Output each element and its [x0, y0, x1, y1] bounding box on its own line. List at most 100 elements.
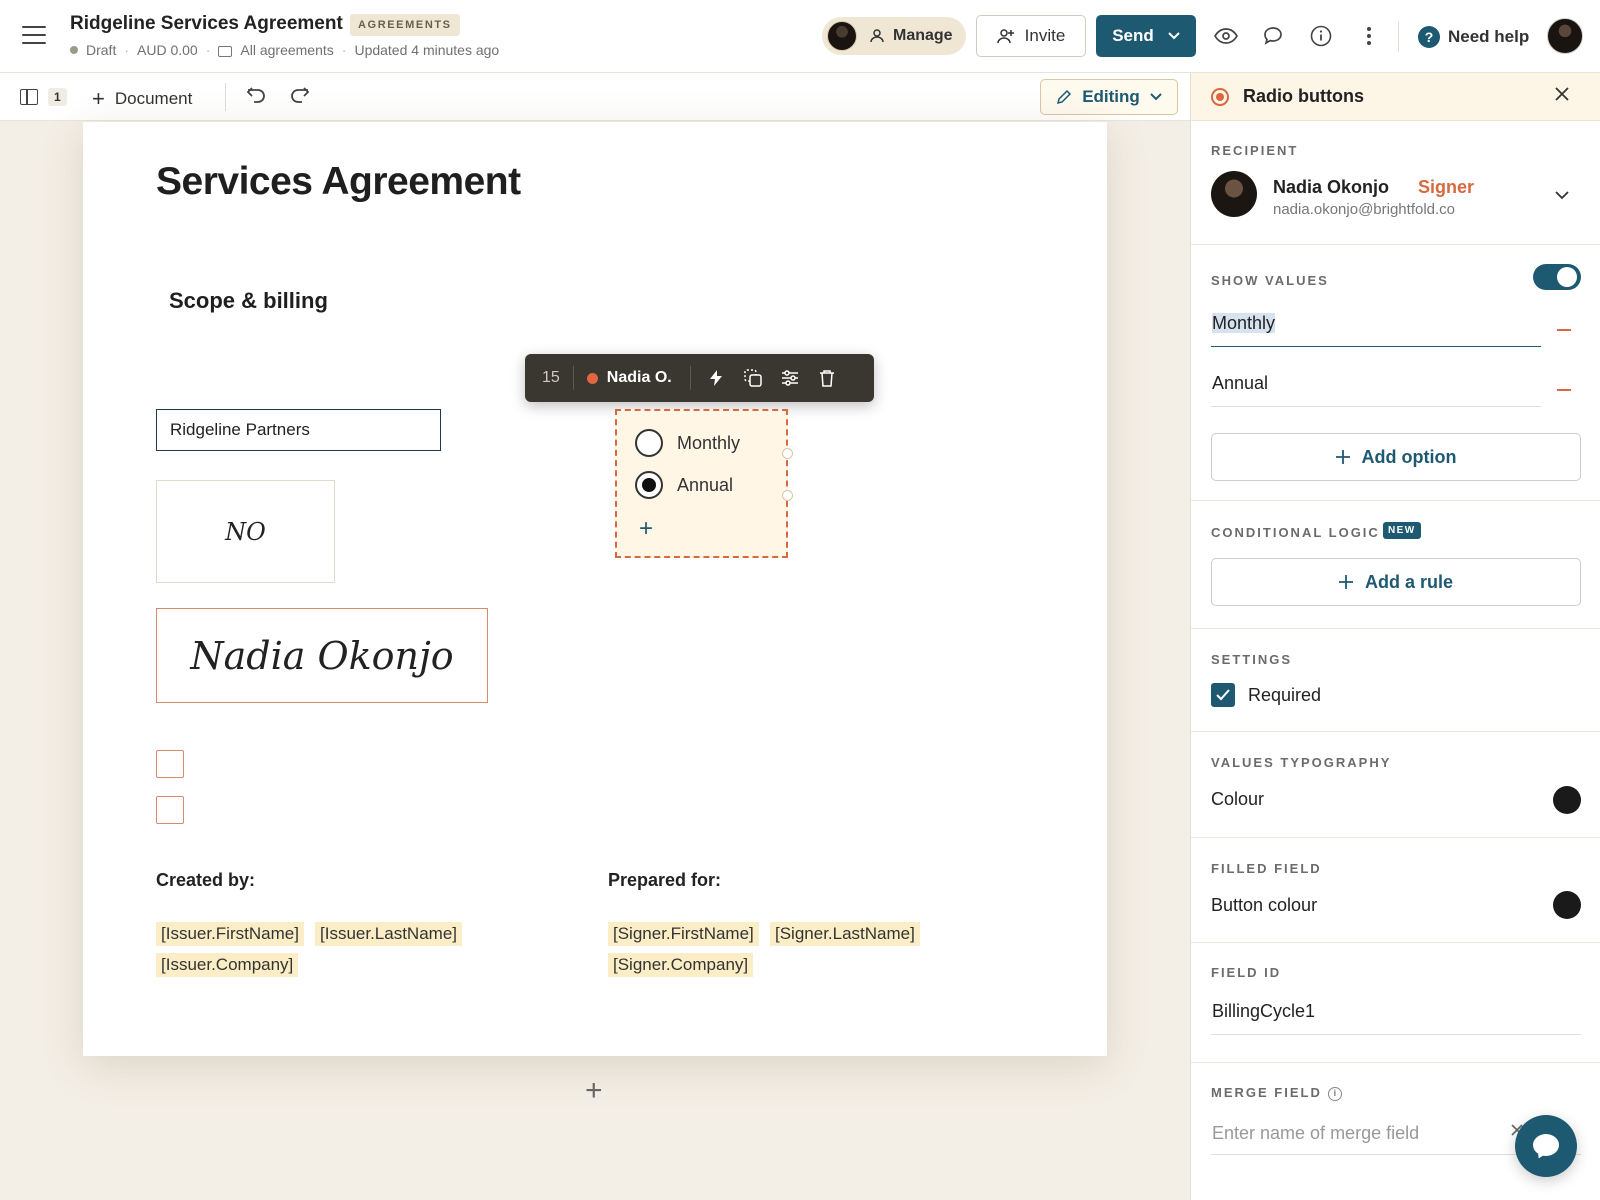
editor-toolbar: 1 + Document Editing [0, 73, 1190, 121]
folder-link[interactable]: All agreements [240, 42, 333, 58]
show-values-section: SHOW VALUES Monthly Annual Add option [1191, 245, 1600, 501]
plus-icon [1335, 450, 1350, 464]
eye-icon[interactable] [1213, 24, 1239, 48]
merge-tag[interactable]: [Signer.FirstName] [608, 922, 759, 946]
section-heading[interactable]: Scope & billing [169, 288, 328, 314]
radio-option-label: Monthly [677, 432, 741, 453]
radio-option-label: Annual [677, 474, 734, 495]
merge-tag[interactable]: [Issuer.Company] [156, 953, 299, 977]
panel-title: Radio buttons [1243, 86, 1364, 106]
amount-text: AUD 0.00 [137, 42, 198, 58]
info-icon[interactable] [1308, 24, 1334, 48]
add-radio-option-icon[interactable]: + [639, 515, 653, 543]
kebab-icon[interactable] [1356, 24, 1382, 48]
pencil-icon [1057, 89, 1072, 105]
help-icon[interactable]: ? [1418, 26, 1440, 48]
properties-panel: Radio buttons RECIPIENT Nadia Okonjo Sig… [1190, 73, 1600, 1200]
editing-mode-dropdown[interactable]: Editing [1040, 79, 1178, 115]
undo-icon[interactable] [246, 86, 266, 110]
lightning-icon[interactable] [704, 366, 728, 390]
trash-icon[interactable] [815, 366, 839, 390]
meta-separator: · [341, 42, 347, 58]
avatar [1211, 171, 1257, 217]
comment-icon[interactable] [1260, 24, 1286, 48]
plus-icon [1338, 575, 1353, 589]
option-input[interactable]: Monthly [1211, 307, 1541, 347]
merge-tag[interactable]: [Signer.Company] [608, 953, 754, 977]
recipient-name: Nadia Okonjo [1273, 177, 1390, 197]
colour-label: Colour [1211, 789, 1265, 809]
manage-button[interactable]: Manage [822, 17, 966, 55]
updated-text: Updated 4 minutes ago [354, 42, 500, 58]
panel-header: Radio buttons [1191, 73, 1600, 121]
category-badge: AGREEMENTS [350, 14, 460, 36]
menu-icon[interactable] [22, 26, 46, 46]
merge-field-label: MERGE FIELD [1211, 1085, 1322, 1100]
editing-mode-label: Editing [1082, 87, 1140, 106]
checkbox-field[interactable] [156, 750, 184, 778]
avatar[interactable] [1547, 18, 1583, 54]
add-person-icon [996, 29, 1014, 44]
initials-field[interactable]: NO [156, 480, 335, 583]
people-icon [870, 29, 884, 43]
conditional-logic-section: CONDITIONAL LOGIC NEW Add a rule [1191, 501, 1600, 629]
document-heading[interactable]: Services Agreement [156, 160, 521, 204]
resize-handle[interactable] [782, 490, 793, 501]
document-title[interactable]: Ridgeline Services Agreement [70, 13, 343, 35]
divider [1398, 22, 1399, 52]
redo-icon[interactable] [290, 86, 310, 110]
radio-button[interactable] [635, 429, 663, 457]
add-option-button[interactable]: Add option [1211, 433, 1581, 481]
toolbar-separator [689, 366, 691, 390]
close-icon[interactable] [1555, 84, 1569, 107]
field-id-input[interactable]: BillingCycle1 [1211, 995, 1581, 1035]
chevron-down-icon[interactable] [1555, 187, 1569, 203]
chevron-down-icon[interactable] [1168, 32, 1180, 40]
top-bar: Ridgeline Services Agreement AGREEMENTS … [0, 0, 1600, 73]
assignee-selector[interactable]: Nadia O. [607, 369, 672, 387]
chat-button[interactable] [1515, 1115, 1577, 1177]
section-label: MERGE FIELD i [1211, 1085, 1342, 1101]
page-count-badge: 1 [48, 88, 67, 106]
radio-option[interactable]: Monthly [635, 429, 740, 457]
resize-handle[interactable] [782, 448, 793, 459]
field-number: 15 [542, 369, 560, 386]
status-text: Draft [86, 42, 117, 58]
meta-separator: · [124, 42, 130, 58]
invite-label: Invite [1024, 26, 1066, 45]
merge-tag[interactable]: [Issuer.LastName] [315, 922, 463, 946]
add-document-button[interactable]: + Document [92, 86, 192, 112]
show-values-toggle[interactable] [1533, 264, 1581, 290]
radio-group-field[interactable]: Monthly Annual + [615, 409, 793, 558]
remove-option-icon[interactable] [1557, 329, 1571, 331]
option-input-value: Annual [1212, 373, 1269, 393]
info-icon[interactable]: i [1327, 1086, 1342, 1101]
pages-icon[interactable] [20, 89, 38, 105]
settings-section: SETTINGS Required [1191, 629, 1600, 732]
filled-field-section: FILLED FIELD Button colour [1191, 838, 1600, 943]
radio-option[interactable]: Annual [635, 471, 733, 499]
checkbox-field[interactable] [156, 796, 184, 824]
remove-option-icon[interactable] [1557, 389, 1571, 391]
colour-swatch[interactable] [1553, 786, 1581, 814]
add-rule-button[interactable]: Add a rule [1211, 558, 1581, 606]
button-colour-swatch[interactable] [1553, 891, 1581, 919]
radio-button-selected[interactable] [635, 471, 663, 499]
need-help-link[interactable]: Need help [1448, 27, 1529, 47]
prepared-for-label: Prepared for: [608, 870, 722, 890]
sliders-icon[interactable] [778, 366, 802, 390]
recipient-role: Signer [1418, 177, 1475, 197]
merge-tag[interactable]: [Issuer.FirstName] [156, 922, 304, 946]
required-checkbox[interactable] [1211, 683, 1235, 707]
copy-icon[interactable] [741, 366, 765, 390]
merge-tag[interactable]: [Signer.LastName] [770, 922, 920, 946]
add-page-icon[interactable]: + [585, 1074, 603, 1108]
option-input[interactable]: Annual [1211, 367, 1541, 407]
signature-field[interactable]: Nadia Okonjo [156, 608, 488, 703]
chevron-down-icon [1150, 93, 1162, 101]
company-text-field[interactable]: Ridgeline Partners [156, 409, 441, 451]
document-page: Services Agreement Scope & billing Ridge… [83, 122, 1107, 1056]
invite-button[interactable]: Invite [976, 15, 1086, 57]
send-button[interactable]: Send [1096, 15, 1196, 57]
toolbar-separator [572, 366, 574, 390]
